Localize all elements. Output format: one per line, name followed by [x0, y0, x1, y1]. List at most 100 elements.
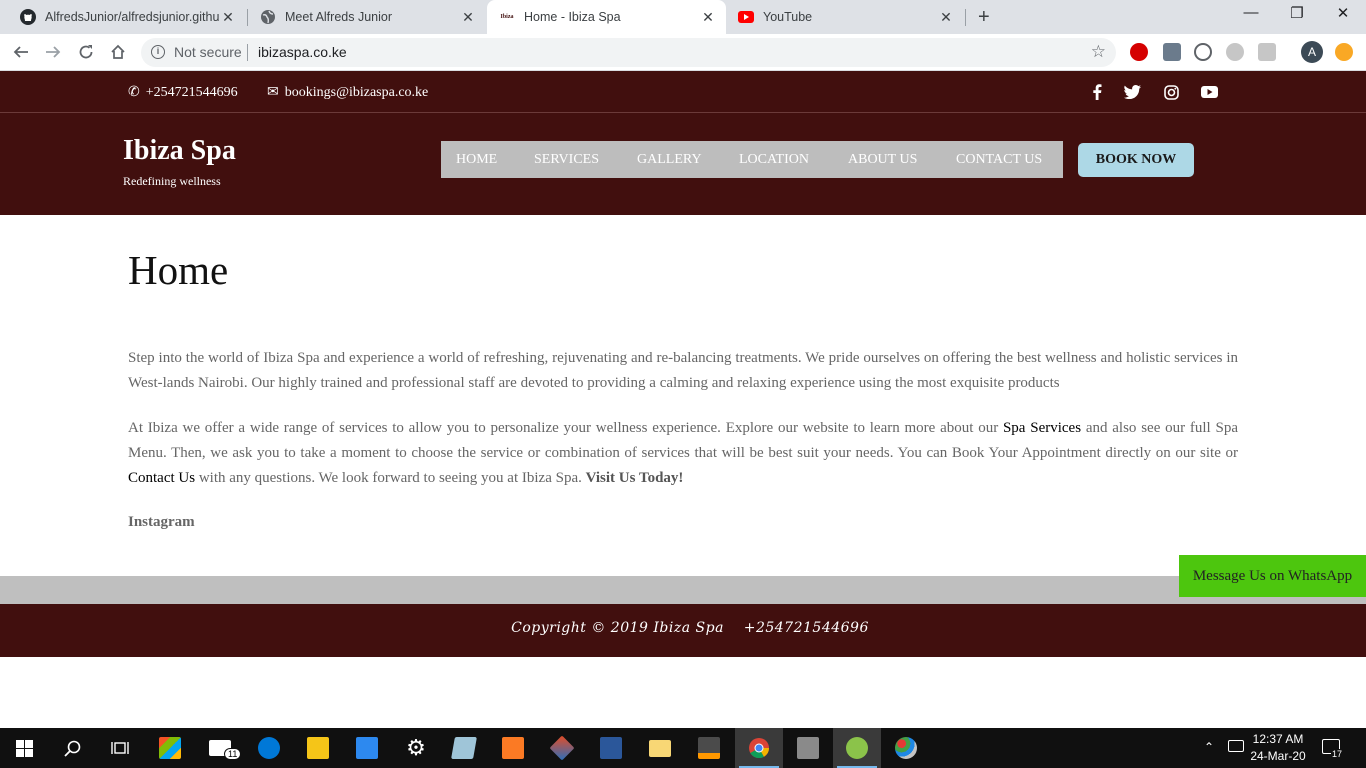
- page-title: Home: [128, 247, 229, 293]
- taskbar-git-app[interactable]: [538, 728, 586, 768]
- globe-icon: [260, 9, 276, 25]
- show-hidden-icons-button[interactable]: ⌃: [1204, 740, 1214, 754]
- task-view-button[interactable]: [96, 728, 144, 768]
- taskbar-word-app[interactable]: [587, 728, 635, 768]
- browser-tab-strip: AlfredsJunior/alfredsjunior.githu ✕ Meet…: [0, 0, 1366, 34]
- notification-count: 17: [1331, 749, 1344, 759]
- c-extension-icon[interactable]: [1226, 43, 1244, 61]
- taskbar-notes-app[interactable]: [440, 728, 488, 768]
- folder-icon: [649, 739, 671, 757]
- start-button[interactable]: [0, 728, 48, 768]
- network-icon[interactable]: [1228, 740, 1244, 752]
- taskbar-android-app[interactable]: [833, 728, 881, 768]
- omnibox-divider: [247, 44, 248, 61]
- contact-us-link[interactable]: Contact Us: [128, 470, 195, 486]
- adblock-extension-icon[interactable]: [1130, 43, 1148, 61]
- taskbar-paint-app[interactable]: [882, 728, 930, 768]
- services-paragraph: At Ibiza we offer a wide range of servic…: [128, 416, 1238, 491]
- intro-paragraph: Step into the world of Ibiza Spa and exp…: [128, 346, 1238, 396]
- phone-contact[interactable]: ✆ +254721544696: [128, 84, 238, 101]
- site-logo[interactable]: Ibiza Spa: [123, 135, 236, 167]
- tab-title: Home - Ibiza Spa: [524, 10, 621, 24]
- maximize-button[interactable]: ❐: [1282, 4, 1312, 22]
- virtual-machine-icon: [797, 737, 819, 759]
- tab-ibiza-spa[interactable]: Ibiza Home - Ibiza Spa ✕: [487, 0, 726, 34]
- taskbar-edge-app[interactable]: [245, 728, 293, 768]
- system-clock[interactable]: 12:37 AM 24-Mar-20: [1248, 731, 1308, 765]
- microsoft-store-icon: [159, 737, 181, 759]
- services-text-1: At Ibiza we offer a wide range of servic…: [128, 420, 1003, 436]
- bookmark-star-icon[interactable]: ☆: [1091, 42, 1106, 62]
- window-close-button[interactable]: ✕: [1328, 4, 1358, 22]
- profile-avatar[interactable]: A: [1301, 41, 1323, 63]
- twitter-icon[interactable]: [1123, 83, 1141, 101]
- tab-github[interactable]: AlfredsJunior/alfredsjunior.githu ✕: [8, 0, 246, 34]
- reload-button[interactable]: [75, 41, 97, 63]
- taskbar-sublime-app[interactable]: [685, 728, 733, 768]
- update-menu-icon[interactable]: [1335, 43, 1353, 61]
- address-bar[interactable]: i Not secure ibizaspa.co.ke ☆: [141, 38, 1116, 67]
- phone-number: +254721544696: [145, 84, 238, 100]
- taskbar-control-panel-app[interactable]: [343, 728, 391, 768]
- close-icon[interactable]: ✕: [938, 9, 954, 25]
- k-extension-icon[interactable]: [1258, 43, 1276, 61]
- nav-home[interactable]: HOME: [456, 152, 497, 168]
- info-icon[interactable]: i: [151, 45, 165, 59]
- tab-meet-alfreds[interactable]: Meet Alfreds Junior ✕: [248, 0, 486, 34]
- youtube-social-icon[interactable]: [1200, 83, 1218, 101]
- word-icon: [600, 737, 622, 759]
- taskbar-player-app[interactable]: [294, 728, 342, 768]
- speed-gauge-extension-icon[interactable]: [1194, 43, 1212, 61]
- android-emulator-icon: [846, 737, 868, 759]
- windows-taskbar: 11 ⚙ ⌃ 12:37 AM 24-Mar-20 17: [0, 728, 1366, 768]
- copyright-text: Copyright © 2019 Ibiza Spa +254721544696: [511, 620, 869, 636]
- close-icon[interactable]: ✕: [460, 9, 476, 25]
- site-header: Ibiza Spa Redefining wellness HOME SERVI…: [0, 113, 1366, 215]
- whatsapp-message-button[interactable]: Message Us on WhatsApp: [1179, 555, 1366, 597]
- paint-palette-icon: [895, 737, 917, 759]
- reload-icon: [79, 45, 93, 59]
- instagram-icon[interactable]: [1162, 83, 1180, 101]
- search-button[interactable]: [48, 728, 96, 768]
- book-now-button[interactable]: BOOK NOW: [1078, 143, 1194, 177]
- eyedropper-extension-icon[interactable]: [1163, 43, 1181, 61]
- back-button[interactable]: [10, 41, 32, 63]
- taskbar-file-explorer-app[interactable]: [636, 728, 684, 768]
- github-icon: [20, 9, 36, 25]
- email-contact[interactable]: ✉ bookings@ibizaspa.co.ke: [267, 84, 428, 101]
- control-panel-icon: [356, 737, 378, 759]
- taskbar-store-app[interactable]: [146, 728, 194, 768]
- notes-icon: [451, 737, 477, 759]
- close-icon[interactable]: ✕: [220, 9, 236, 25]
- tab-title: YouTube: [763, 10, 813, 24]
- clock-date: 24-Mar-20: [1250, 749, 1306, 763]
- taskbar-vm-app[interactable]: [784, 728, 832, 768]
- forward-button[interactable]: [42, 41, 64, 63]
- taskbar-chrome-app[interactable]: [735, 728, 783, 768]
- git-icon: [549, 735, 575, 761]
- minimize-button[interactable]: —: [1236, 4, 1266, 21]
- arrow-right-icon: [46, 46, 61, 58]
- tab-youtube[interactable]: YouTube ✕: [726, 0, 964, 34]
- site-contact-bar: ✆ +254721544696 ✉ bookings@ibizaspa.co.k…: [0, 71, 1366, 113]
- spa-services-link[interactable]: Spa Services: [1003, 420, 1081, 436]
- gear-icon: ⚙: [406, 735, 426, 760]
- new-tab-button[interactable]: +: [978, 6, 990, 29]
- intro-text: Step into the world of Ibiza Spa and exp…: [128, 350, 1238, 391]
- security-label[interactable]: Not secure: [174, 44, 242, 60]
- close-icon[interactable]: ✕: [700, 9, 716, 25]
- nav-about-us[interactable]: ABOUT US: [848, 152, 917, 168]
- taskbar-settings-app[interactable]: ⚙: [392, 728, 440, 768]
- browser-toolbar: i Not secure ibizaspa.co.ke ☆ A: [0, 34, 1366, 71]
- taskbar-mail-app[interactable]: 11: [196, 728, 244, 768]
- facebook-icon[interactable]: [1088, 83, 1106, 101]
- tab-title: AlfredsJunior/alfredsjunior.githu: [45, 10, 220, 24]
- taskbar-xampp-app[interactable]: [489, 728, 537, 768]
- nav-location[interactable]: LOCATION: [739, 152, 809, 168]
- url-text[interactable]: ibizaspa.co.ke: [258, 44, 347, 60]
- home-button[interactable]: [107, 41, 129, 63]
- nav-services[interactable]: SERVICES: [534, 152, 599, 168]
- envelope-icon: ✉: [267, 85, 279, 100]
- nav-contact-us[interactable]: CONTACT US: [956, 152, 1042, 168]
- nav-gallery[interactable]: GALLERY: [637, 152, 702, 168]
